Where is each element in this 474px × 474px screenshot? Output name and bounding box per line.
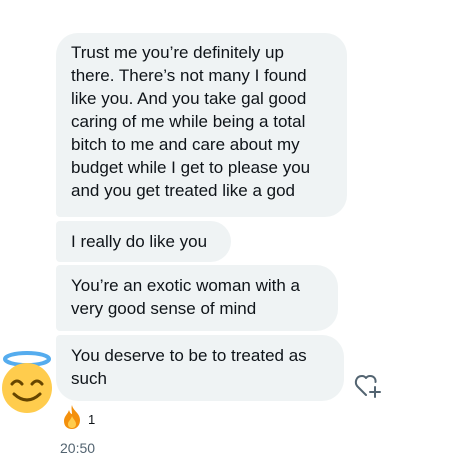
- sender-avatar-halo-emoji-icon[interactable]: [0, 350, 58, 414]
- message-bubble[interactable]: I really do like you: [56, 221, 231, 262]
- fire-emoji-icon: [60, 404, 84, 435]
- add-reaction-heart-plus-icon[interactable]: [354, 373, 382, 399]
- reaction-pill[interactable]: 1: [60, 404, 95, 434]
- message-timestamp: 20:50: [60, 440, 96, 456]
- reaction-count: 1: [88, 411, 96, 427]
- dm-conversation: Trust me you’re definitely up there. The…: [0, 0, 474, 474]
- message-bubble[interactable]: Trust me you’re definitely up there. The…: [56, 33, 347, 217]
- message-bubble[interactable]: You deserve to be to treated as such: [56, 335, 344, 401]
- message-bubble[interactable]: You’re an exotic woman with a very good …: [56, 265, 338, 331]
